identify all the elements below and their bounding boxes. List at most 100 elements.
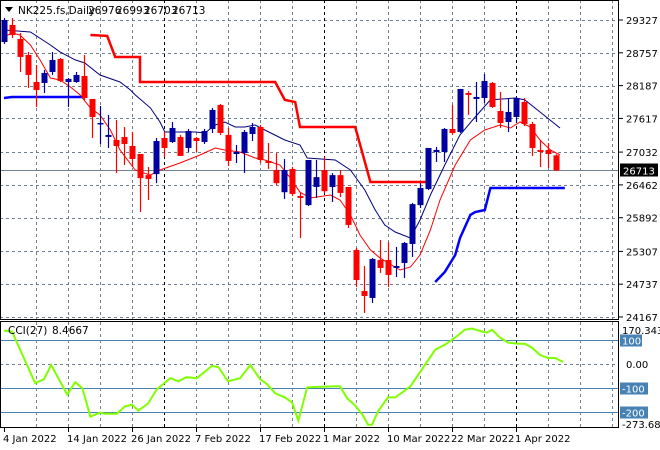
lower-stop-late-line xyxy=(434,186,565,283)
candle xyxy=(161,131,168,157)
y-tick-label: 25892 xyxy=(626,214,658,225)
candle-body xyxy=(393,266,400,268)
candle-body xyxy=(265,160,272,163)
candle xyxy=(145,167,152,200)
y-tick-label: 24737 xyxy=(626,280,658,291)
candle xyxy=(233,144,240,163)
candle-body xyxy=(505,111,512,122)
candle-body xyxy=(1,20,8,42)
candle-body xyxy=(17,38,24,57)
candle xyxy=(417,183,424,208)
candle xyxy=(241,129,248,173)
x-tick-label: 26 Jan 2022 xyxy=(131,434,191,445)
candle xyxy=(193,136,200,152)
candle-body xyxy=(345,186,352,225)
candle-body xyxy=(233,151,240,154)
candle-body xyxy=(65,78,72,82)
axes: 29327 28757 28187 27617 27032 26462 25892 25307… xyxy=(3,16,660,445)
candle xyxy=(265,143,272,169)
candle-body xyxy=(81,75,88,98)
x-tick-label: 17 Feb 2022 xyxy=(259,434,321,445)
candle xyxy=(57,57,64,82)
candle-body xyxy=(73,74,80,82)
y-tick-label: 28187 xyxy=(626,82,658,93)
candle xyxy=(449,104,456,135)
y-tick-label: 24167 xyxy=(626,313,658,324)
candle xyxy=(257,124,264,163)
candle-body xyxy=(489,82,496,107)
candle xyxy=(473,81,480,122)
candle-body xyxy=(417,187,424,206)
candle-body xyxy=(25,54,32,75)
candle xyxy=(273,152,280,185)
candle xyxy=(1,17,8,44)
candle-body xyxy=(289,168,296,194)
candle xyxy=(41,69,48,93)
candle xyxy=(489,81,496,108)
x-tick-label: 10 Mar 2022 xyxy=(387,434,450,445)
candle xyxy=(97,105,104,144)
candle xyxy=(33,65,40,107)
symbol-label: NK225.fs,Daily xyxy=(18,5,95,17)
candle xyxy=(153,137,160,184)
cci-value: 8.4667 xyxy=(52,325,89,337)
cci-name: CCI(27) xyxy=(8,325,47,337)
x-tick-label: 7 Feb 2022 xyxy=(195,434,251,445)
candle-body xyxy=(97,122,104,125)
candle xyxy=(137,153,144,213)
candle-body xyxy=(353,249,360,280)
candle xyxy=(49,51,56,75)
dropdown-arrow-icon[interactable] xyxy=(5,7,13,12)
candle-body xyxy=(105,134,112,137)
candle-body xyxy=(49,59,56,72)
candle-body xyxy=(177,136,184,156)
candle xyxy=(185,128,192,152)
candle xyxy=(337,169,344,197)
candle xyxy=(481,73,488,103)
candle-body xyxy=(185,130,192,148)
candle-body xyxy=(321,169,328,192)
chart-header: NK225.fs,Daily 26976 26993 26703 26713 xyxy=(5,5,205,17)
candle xyxy=(281,158,288,199)
candle-body xyxy=(129,145,136,159)
candle-body xyxy=(465,92,472,95)
candle xyxy=(225,127,232,166)
candle-body xyxy=(553,155,560,171)
candle xyxy=(361,266,368,313)
candle-body xyxy=(337,175,344,193)
y-tick-label: 27032 xyxy=(626,148,658,159)
candle xyxy=(129,131,136,168)
candle xyxy=(497,91,504,128)
candle-body xyxy=(537,149,544,152)
cci-level-label: -200 xyxy=(622,409,645,420)
y-tick-label: 26462 xyxy=(626,181,658,192)
grid xyxy=(0,0,619,427)
candle-body xyxy=(273,169,280,184)
candle xyxy=(409,202,416,257)
candle xyxy=(217,103,224,135)
x-tick-label: 1 Mar 2022 xyxy=(323,434,380,445)
x-tick-label: 14 Jan 2022 xyxy=(67,434,127,445)
chart-canvas: 100 -100 -200 29327 28757 28187 27617 27032 264… xyxy=(0,0,660,445)
cci-level-label: -100 xyxy=(622,385,645,396)
candle-body xyxy=(425,147,432,190)
candle-body xyxy=(497,110,504,123)
candle xyxy=(345,186,352,228)
candle-body xyxy=(89,98,96,117)
candle xyxy=(297,192,304,238)
candle-body xyxy=(41,72,48,83)
fast-ma-line xyxy=(3,32,561,271)
candle-body xyxy=(369,258,376,298)
candle-body xyxy=(169,127,176,142)
candle-body xyxy=(457,88,464,132)
candle xyxy=(369,258,376,303)
candle xyxy=(17,32,24,72)
current-price-label: 26713 xyxy=(623,167,655,178)
close-value: 26713 xyxy=(172,5,205,17)
candle xyxy=(201,128,208,144)
candle-body xyxy=(241,131,248,153)
x-tick-label: 22 Mar 2022 xyxy=(451,434,514,445)
candle-body xyxy=(57,58,64,81)
lower-stop-early-line xyxy=(3,95,85,100)
candle xyxy=(537,139,544,168)
